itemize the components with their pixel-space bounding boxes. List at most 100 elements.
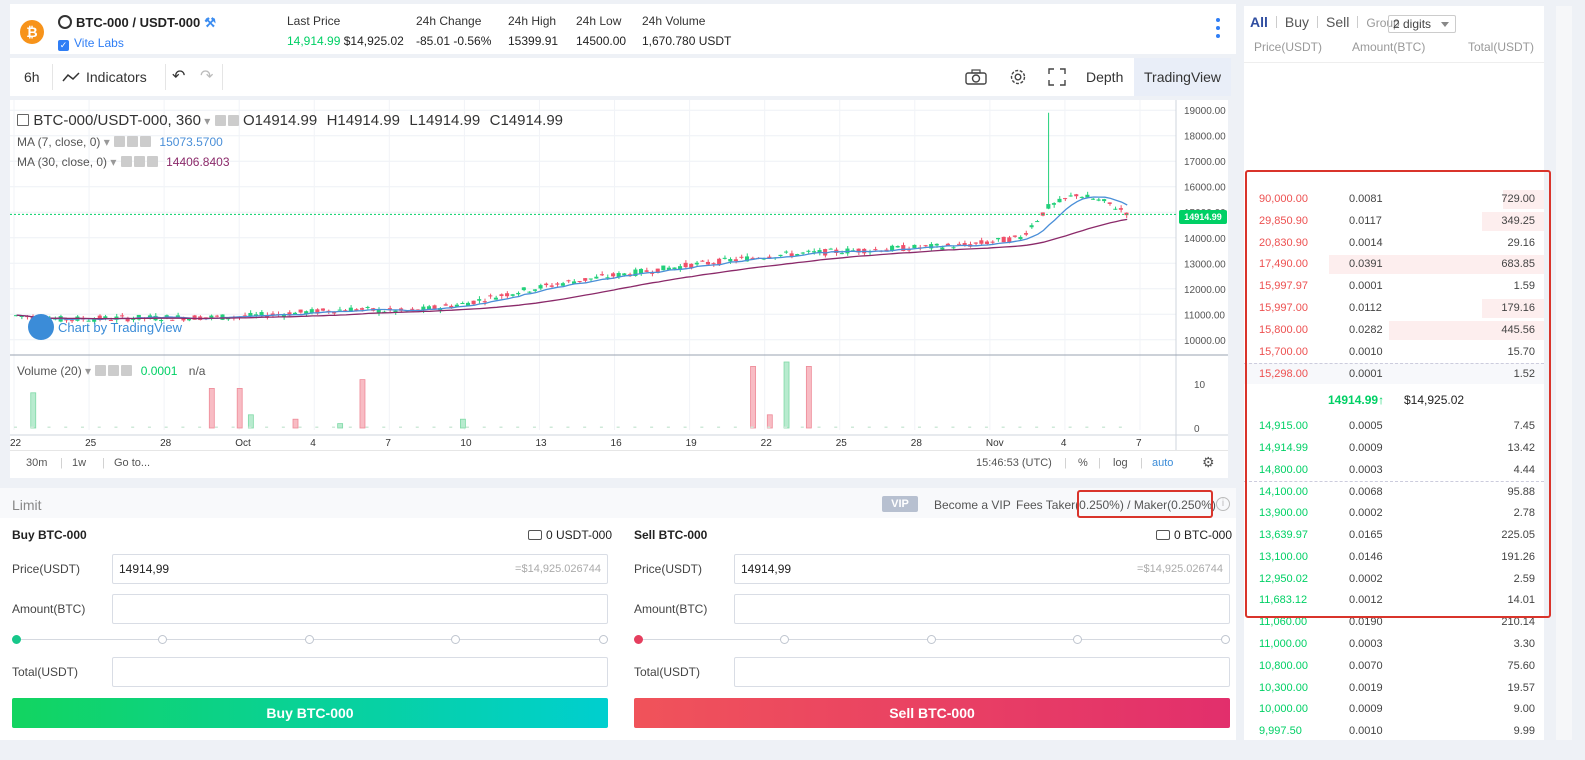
bid-row[interactable]: 14,914.99 0.0009 13.42	[1244, 438, 1544, 459]
ask-row[interactable]: 17,490.00 0.0391 683.85	[1244, 254, 1544, 275]
auto-toggle[interactable]: auto	[1152, 457, 1173, 469]
undo-icon[interactable]: ↶	[172, 58, 185, 96]
ask-row[interactable]: 20,830.90 0.0014 29.16	[1244, 233, 1544, 254]
sell-total-input[interactable]	[734, 657, 1230, 687]
bid-row[interactable]: 14,800.00 0.0003 4.44	[1244, 460, 1544, 481]
settings-gear-icon[interactable]	[1008, 58, 1028, 96]
limit-tab[interactable]: Limit	[12, 497, 42, 513]
buy-amount-input[interactable]	[112, 594, 608, 624]
chart-time: 15:46:53 (UTC)	[976, 457, 1052, 469]
buy-amount-slider[interactable]	[12, 634, 608, 646]
page-scrollbar[interactable]	[1556, 6, 1572, 740]
bid-row[interactable]: 14,100.00 0.0068 95.88	[1244, 481, 1544, 502]
time-tick-label: 4	[310, 438, 316, 449]
candle-body	[544, 283, 549, 286]
bid-row[interactable]: 9,997.50 0.0010 9.99	[1244, 721, 1544, 742]
last-price-row: 14914.99↑ $14,925.02	[1244, 388, 1544, 412]
tradingview-tab[interactable]: TradingView	[1134, 58, 1232, 96]
volume-bar-small	[650, 426, 654, 428]
interval-button[interactable]: 6h	[24, 58, 40, 96]
ask-row[interactable]: 90,000.00 0.0081 729.00	[1244, 189, 1544, 210]
volume-bar-small	[97, 426, 101, 428]
price-chart[interactable]: 19000.0018000.0017000.0016000.0015000.00…	[10, 100, 1228, 478]
bid-row[interactable]: 13,900.00 0.0002 2.78	[1244, 503, 1544, 524]
candle-body	[560, 283, 565, 286]
order-price: 14,800.00	[1259, 463, 1308, 476]
order-total: 1.59	[1513, 280, 1535, 293]
volume-legend: Volume (20) ▾ 0.0001 n/a	[17, 364, 206, 378]
ask-row[interactable]: 15,298.00 0.0001 1.52	[1244, 363, 1544, 385]
tab-all[interactable]: All	[1250, 14, 1268, 30]
tab-buy[interactable]: Buy	[1285, 14, 1309, 30]
sell-amount-slider[interactable]	[634, 634, 1230, 646]
bid-row[interactable]: 12,950.02 0.0002 2.59	[1244, 569, 1544, 590]
ask-row[interactable]: 15,997.97 0.0001 1.59	[1244, 276, 1544, 297]
bid-row[interactable]: 14,915.00 0.0005 7.45	[1244, 416, 1544, 437]
range-1w-button[interactable]: 1w	[72, 457, 86, 469]
bid-row[interactable]: 10,000.00 0.0009 9.00	[1244, 699, 1544, 720]
time-tick-label: 22	[10, 438, 22, 449]
ask-row[interactable]: 15,800.00 0.0282 445.56	[1244, 320, 1544, 341]
log-toggle[interactable]: log	[1113, 457, 1128, 469]
pair-title[interactable]: BTC-000 / USDT-000 ⚒	[58, 15, 216, 31]
bid-row[interactable]: 11,000.00 0.0003 3.30	[1244, 634, 1544, 655]
percent-toggle[interactable]: %	[1078, 457, 1088, 469]
depth-tab[interactable]: Depth	[1086, 58, 1123, 96]
bid-row[interactable]: 13,100.00 0.0146 191.26	[1244, 547, 1544, 568]
sell-balance: 0 BTC-000	[1156, 528, 1232, 542]
candle-body	[1113, 208, 1118, 210]
camera-icon[interactable]	[965, 58, 987, 96]
bid-row[interactable]: 10,300.00 0.0019 19.57	[1244, 678, 1544, 699]
fullscreen-icon[interactable]	[1048, 58, 1066, 96]
candle-body	[1012, 235, 1017, 237]
chart-settings-icon[interactable]: ⚙	[1202, 454, 1215, 471]
more-menu-icon[interactable]	[1216, 18, 1222, 42]
candlestick-chart-svg[interactable]: 19000.0018000.0017000.0016000.0015000.00…	[10, 100, 1228, 450]
buy-button[interactable]: Buy BTC-000	[12, 698, 608, 728]
bid-row[interactable]: 11,060.00 0.0190 210.14	[1244, 612, 1544, 633]
bid-row[interactable]: 13,639.97 0.0165 225.05	[1244, 525, 1544, 546]
goto-button[interactable]: Go to...	[114, 457, 150, 469]
order-total: 349.25	[1501, 214, 1535, 227]
order-total: 75.60	[1507, 659, 1535, 672]
order-price: 20,830.90	[1259, 236, 1308, 249]
volume-bar-small	[315, 426, 319, 428]
sell-amount-input[interactable]	[734, 594, 1230, 624]
chart-legend-main: BTC-000/USDT-000, 360 ▾ O14914.99 H14914…	[16, 112, 563, 129]
candle-body	[784, 251, 789, 253]
order-price: 29,850.90	[1259, 214, 1308, 227]
become-vip-link[interactable]: Become a VIP	[934, 498, 1011, 512]
tab-sell[interactable]: Sell	[1326, 14, 1349, 30]
sell-price-input[interactable]: 14914,99 =$14,925.026744	[734, 554, 1230, 584]
volume-bar-small	[516, 426, 520, 428]
sell-button[interactable]: Sell BTC-000	[634, 698, 1230, 728]
bid-row[interactable]: 10,800.00 0.0070 75.60	[1244, 656, 1544, 677]
high-label: 24h High	[508, 14, 557, 28]
order-total: 3.30	[1513, 638, 1535, 650]
price-tick-label: 13000.00	[1184, 259, 1226, 270]
order-total: 19.57	[1507, 681, 1535, 694]
ask-row[interactable]: 15,997.00 0.0112 179.16	[1244, 298, 1544, 319]
volume-bar	[247, 414, 254, 429]
bid-row[interactable]: 11,683.12 0.0012 14.01	[1244, 590, 1544, 611]
order-amount: 0.0009	[1349, 703, 1383, 716]
info-icon[interactable]: i	[1216, 497, 1230, 511]
candle-body	[1074, 194, 1079, 197]
candle-body	[728, 259, 733, 262]
volume-bar-small	[432, 426, 436, 428]
order-amount: 0.0003	[1349, 638, 1383, 650]
issuer-link[interactable]: ✓ Vite Labs	[58, 36, 124, 51]
ask-row[interactable]: 15,700.00 0.0010 15.70	[1244, 342, 1544, 363]
volume-bar-small	[700, 426, 704, 428]
ask-row[interactable]: 29,850.90 0.0117 349.25	[1244, 211, 1544, 232]
redo-icon[interactable]: ↷	[200, 58, 213, 96]
group-select[interactable]: 2 digits	[1388, 15, 1456, 33]
indicators-button[interactable]: Indicators	[62, 58, 147, 96]
volume-bar-small	[901, 426, 905, 428]
order-total: 29.16	[1507, 236, 1535, 249]
buy-price-input[interactable]: 14914,99 =$14,925.026744	[112, 554, 608, 584]
range-30m-button[interactable]: 30m	[26, 457, 47, 469]
bitcoin-icon: ₿	[20, 20, 44, 44]
buy-total-input[interactable]	[112, 657, 608, 687]
candle-body	[1057, 198, 1062, 203]
